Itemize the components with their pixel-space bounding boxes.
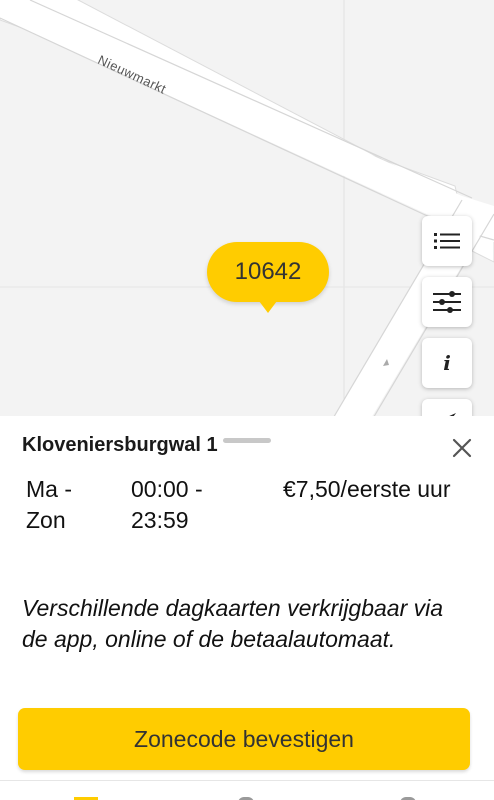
info-button[interactable]: i (422, 338, 472, 388)
close-icon (452, 438, 472, 458)
confirm-zone-button[interactable]: Zonecode bevestigen (18, 708, 470, 770)
zone-info-sheet: Kloveniersburgwal 1 Ma - Zon 00:00 - 23:… (0, 416, 494, 800)
close-button[interactable] (448, 434, 476, 462)
sliders-icon (433, 291, 461, 313)
info-icon: i (443, 351, 451, 375)
sheet-drag-handle[interactable] (223, 438, 271, 443)
filter-button[interactable] (422, 277, 472, 327)
list-icon (434, 233, 460, 249)
rate-price: €7,50/eerste uur (283, 476, 451, 502)
zone-marker[interactable]: 10642 (207, 242, 329, 313)
day-pass-note: Verschillende dagkaarten verkrijgbaar vi… (22, 595, 444, 652)
list-view-button[interactable] (422, 216, 472, 266)
map-view[interactable]: Nieuwmarkt 10642 i (0, 0, 494, 420)
bottom-navigation (0, 780, 494, 800)
street-lines (0, 0, 494, 420)
rate-time: 00:00 - 23:59 (131, 476, 203, 533)
rate-days: Ma - Zon (26, 476, 72, 533)
zone-address-title: Kloveniersburgwal 1 (22, 434, 218, 456)
